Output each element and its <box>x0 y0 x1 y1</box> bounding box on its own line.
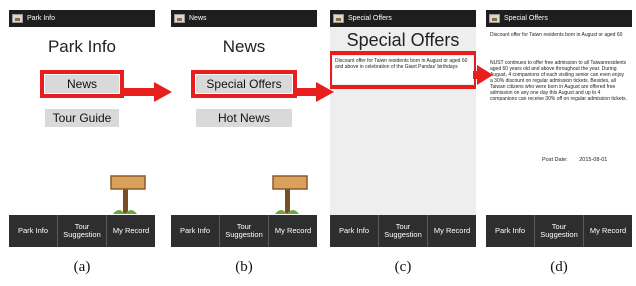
post-date-value: 2015-08-01 <box>579 157 608 163</box>
phone-screen-special-offers: Special Offers Special Offers Discount o… <box>330 10 476 247</box>
caption-b: (b) <box>235 259 253 275</box>
app-icon <box>333 14 344 23</box>
arrow-right-icon <box>294 82 334 102</box>
nav-tour-suggestion[interactable]: Tour Suggestion <box>58 215 107 247</box>
special-offers-button[interactable]: Special Offers <box>191 70 297 98</box>
offer-list-item[interactable]: Discount offer for Taiwn residents born … <box>330 51 476 89</box>
tour-guide-button[interactable]: Tour Guide <box>45 109 119 127</box>
nav-tour-suggestion[interactable]: Tour Suggestion <box>535 215 584 247</box>
arrow-right-icon <box>473 65 493 85</box>
post-date-row: Post Date: 2015-08-01 <box>542 157 607 163</box>
post-date-label: Post Date: <box>542 157 568 163</box>
phone-screen-offer-detail: Special Offers Discount offer for Taiwn … <box>486 10 632 247</box>
nav-tour-suggestion[interactable]: Tour Suggestion <box>220 215 269 247</box>
arrow-right-icon <box>124 82 172 102</box>
app-icon <box>174 14 185 23</box>
bottom-nav: Park Info Tour Suggestion My Record <box>9 215 155 247</box>
screen-content: Discount offer for Taiwn residents born … <box>486 27 632 215</box>
title-bar: Park Info <box>9 10 155 27</box>
bottom-nav: Park Info Tour Suggestion My Record <box>171 215 317 247</box>
app-icon <box>12 14 23 23</box>
phone-screen-park-info: Park Info Park Info News Tour Guide Park… <box>9 10 155 247</box>
title-bar: Special Offers <box>330 10 476 27</box>
screen-content: News Special Offers Hot News <box>171 27 317 215</box>
offer-summary: Discount offer for Taiwn residents born … <box>490 32 623 38</box>
nav-park-info[interactable]: Park Info <box>9 215 58 247</box>
window-title: Special Offers <box>504 15 548 22</box>
screen-content: Special Offers Discount offer for Taiwn … <box>330 27 476 215</box>
wooden-sign-icon <box>110 175 146 214</box>
caption-d: (d) <box>550 259 568 275</box>
offer-body: NUST continues to offer free admission t… <box>490 60 627 102</box>
title-bar: News <box>171 10 317 27</box>
page-title: News <box>222 37 266 56</box>
window-title: Special Offers <box>348 15 392 22</box>
nav-tour-suggestion[interactable]: Tour Suggestion <box>379 215 428 247</box>
caption-a: (a) <box>73 259 91 275</box>
news-button[interactable]: News <box>40 70 124 98</box>
caption-c: (c) <box>394 259 412 275</box>
bottom-nav: Park Info Tour Suggestion My Record <box>330 215 476 247</box>
screen-content: Park Info News Tour Guide <box>9 27 155 215</box>
bottom-nav: Park Info Tour Suggestion My Record <box>486 215 632 247</box>
nav-park-info[interactable]: Park Info <box>330 215 379 247</box>
app-icon <box>489 14 500 23</box>
wooden-sign-icon <box>272 175 308 214</box>
phone-screen-news: News News Special Offers Hot News Park I… <box>171 10 317 247</box>
nav-my-record[interactable]: My Record <box>428 215 476 247</box>
title-bar: Special Offers <box>486 10 632 27</box>
nav-park-info[interactable]: Park Info <box>486 215 535 247</box>
window-title: Park Info <box>27 15 56 22</box>
window-title: News <box>189 15 207 22</box>
nav-my-record[interactable]: My Record <box>584 215 632 247</box>
hot-news-button[interactable]: Hot News <box>196 109 292 127</box>
nav-park-info[interactable]: Park Info <box>171 215 220 247</box>
nav-my-record[interactable]: My Record <box>107 215 155 247</box>
nav-my-record[interactable]: My Record <box>269 215 317 247</box>
page-title: Park Info <box>47 37 117 56</box>
page-title: Special Offers <box>346 30 460 50</box>
